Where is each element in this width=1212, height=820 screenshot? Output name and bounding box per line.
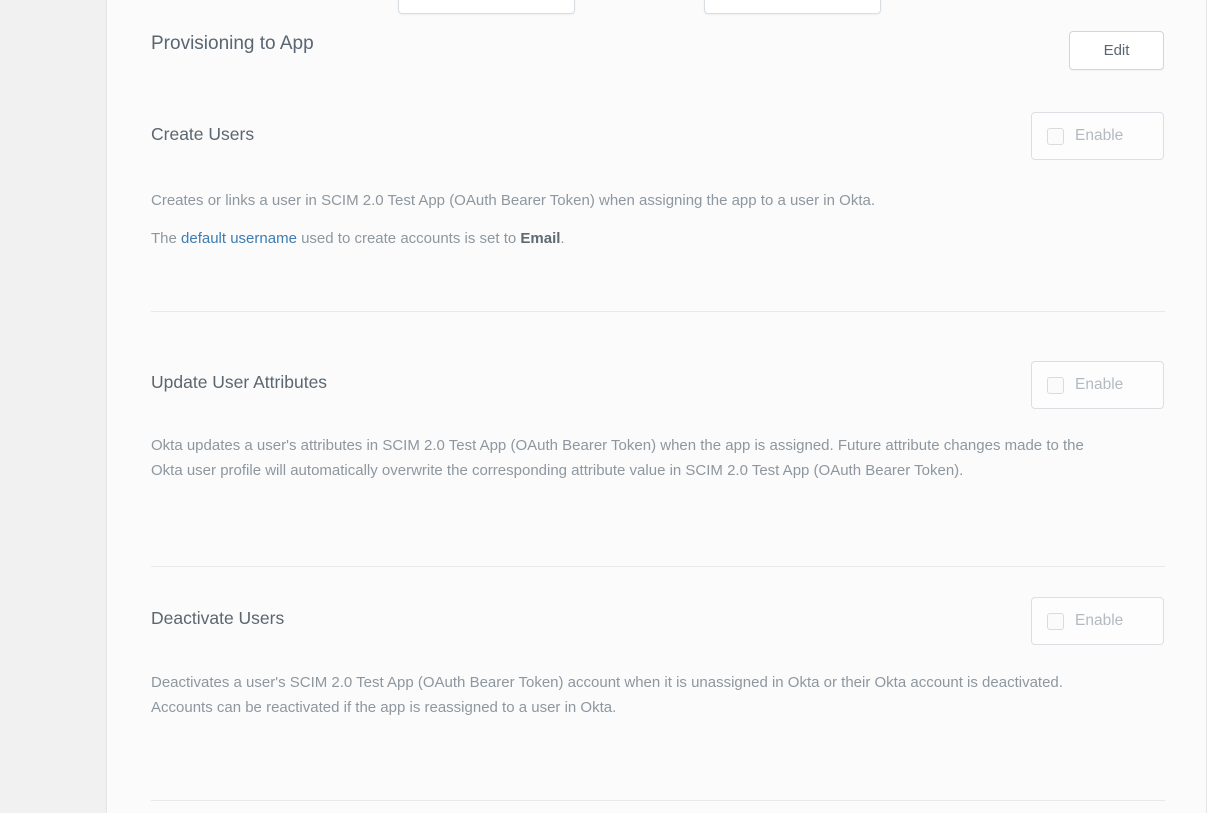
section-divider bbox=[151, 800, 1165, 801]
section-title-create-users: Create Users bbox=[151, 124, 254, 145]
enable-label: Enable bbox=[1075, 376, 1123, 394]
section-divider bbox=[151, 566, 1165, 567]
enable-toggle-update-user-attributes[interactable]: Enable bbox=[1031, 361, 1164, 409]
truncated-field-left[interactable] bbox=[398, 0, 575, 14]
edit-button[interactable]: Edit bbox=[1069, 31, 1164, 70]
update-user-attributes-description: Okta updates a user's attributes in SCIM… bbox=[151, 433, 1103, 483]
page-title: Provisioning to App bbox=[151, 33, 314, 55]
section-title-update-user-attributes: Update User Attributes bbox=[151, 372, 327, 393]
truncated-field-right[interactable] bbox=[704, 0, 881, 14]
enable-checkbox-icon[interactable] bbox=[1047, 128, 1064, 145]
app-frame: Provisioning to App Edit Create Users En… bbox=[0, 0, 1212, 813]
enable-toggle-create-users[interactable]: Enable bbox=[1031, 112, 1164, 160]
create-users-description: Creates or links a user in SCIM 2.0 Test… bbox=[151, 188, 875, 213]
enable-checkbox-icon[interactable] bbox=[1047, 613, 1064, 630]
provisioning-panel: Provisioning to App Edit Create Users En… bbox=[108, 0, 1207, 813]
left-sidebar bbox=[0, 0, 107, 813]
section-title-deactivate-users: Deactivate Users bbox=[151, 608, 284, 629]
deactivate-users-description: Deactivates a user's SCIM 2.0 Test App (… bbox=[151, 670, 1103, 720]
note-prefix: The bbox=[151, 230, 181, 247]
enable-toggle-deactivate-users[interactable]: Enable bbox=[1031, 597, 1164, 645]
enable-label: Enable bbox=[1075, 612, 1123, 630]
section-divider bbox=[151, 311, 1165, 312]
enable-checkbox-icon[interactable] bbox=[1047, 377, 1064, 394]
create-users-note: The default username used to create acco… bbox=[151, 226, 565, 251]
default-username-link[interactable]: default username bbox=[181, 230, 297, 247]
note-value: Email bbox=[520, 230, 560, 247]
note-suffix: . bbox=[560, 230, 564, 247]
note-middle: used to create accounts is set to bbox=[297, 230, 520, 247]
enable-label: Enable bbox=[1075, 127, 1123, 145]
